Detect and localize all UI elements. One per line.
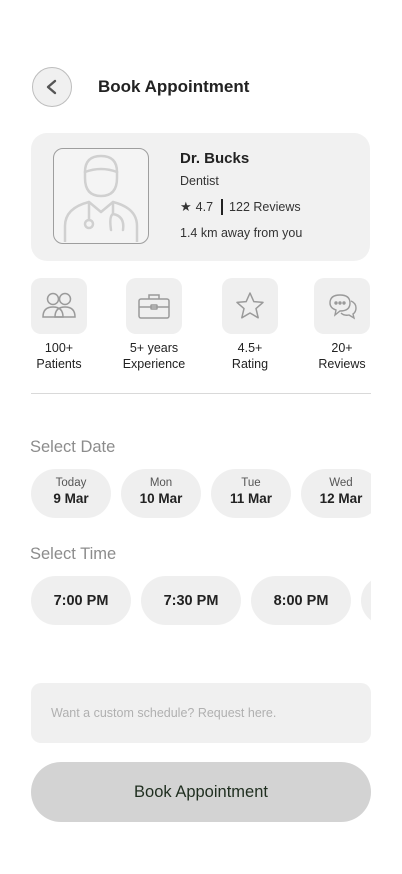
time-chip[interactable] <box>361 576 371 625</box>
custom-schedule-input[interactable] <box>31 683 371 743</box>
date-value: 10 Mar <box>139 491 183 506</box>
chevron-left-icon <box>46 79 57 95</box>
stat-experience: 5+ years Experience <box>109 278 199 372</box>
date-picker[interactable]: Today 9 Mar Mon 10 Mar Tue 11 Mar Wed 12… <box>31 469 371 519</box>
stat-icon-box <box>126 278 182 334</box>
date-day: Mon <box>149 477 173 489</box>
header: Book Appointment <box>32 67 370 107</box>
back-button[interactable] <box>32 67 72 107</box>
star-outline-icon <box>236 292 264 319</box>
stat-icon-box <box>314 278 370 334</box>
stat-value: 100+ <box>44 341 74 355</box>
doctor-name: Dr. Bucks <box>180 150 250 167</box>
date-chip[interactable]: Today 9 Mar <box>31 469 111 518</box>
date-chip[interactable]: Tue 11 Mar <box>211 469 291 518</box>
doctor-photo <box>53 148 149 244</box>
date-day: Tue <box>241 477 261 489</box>
stat-rating: 4.5+ Rating <box>205 278 295 372</box>
review-count: 122 Reviews <box>229 200 301 214</box>
stat-caption: Patients <box>36 357 82 371</box>
time-picker[interactable]: 7:00 PM 7:30 PM 8:00 PM <box>31 576 371 626</box>
date-value: 12 Mar <box>319 491 363 506</box>
stat-value: 4.5+ <box>237 341 263 355</box>
star-filled-icon: ★ <box>180 199 192 214</box>
stat-caption: Reviews <box>318 357 366 371</box>
book-appointment-button[interactable]: Book Appointment <box>31 762 371 822</box>
time-chip[interactable]: 8:00 PM <box>251 576 351 625</box>
stat-icon-box <box>222 278 278 334</box>
briefcase-icon <box>138 294 170 319</box>
chat-bubble-icon <box>329 294 357 320</box>
patients-icon <box>42 292 76 318</box>
doctor-placeholder-icon <box>63 154 139 242</box>
time-chip[interactable]: 7:30 PM <box>141 576 241 625</box>
rating-value: 4.7 <box>195 200 214 214</box>
date-value: 9 Mar <box>53 491 89 506</box>
doctor-distance: 1.4 km away from you <box>180 226 303 240</box>
doctor-stats: 100+ Patients 5+ years Experience 4.5+ R… <box>0 278 402 378</box>
select-date-label: Select Date <box>30 438 116 456</box>
page-title: Book Appointment <box>98 77 250 96</box>
stat-caption: Experience <box>122 357 186 371</box>
date-value: 11 Mar <box>229 491 273 506</box>
rating-separator <box>221 199 224 215</box>
date-chip[interactable]: Wed 12 Mar <box>301 469 371 518</box>
stat-value: 5+ years <box>129 341 179 355</box>
stat-reviews: 20+ Reviews <box>297 278 387 372</box>
select-time-label: Select Time <box>30 545 117 563</box>
stat-patients: 100+ Patients <box>14 278 104 372</box>
doctor-info: Dr. Bucks Dentist ★ 4.7 122 Reviews 1.4 … <box>180 150 302 240</box>
stat-icon-box <box>31 278 87 334</box>
doctor-rating: ★ 4.7 122 Reviews <box>180 199 302 215</box>
date-chip[interactable]: Mon 10 Mar <box>121 469 201 518</box>
time-chip[interactable]: 7:00 PM <box>31 576 131 625</box>
divider <box>31 393 371 394</box>
doctor-specialty: Dentist <box>180 174 219 188</box>
doctor-card[interactable]: Dr. Bucks Dentist ★ 4.7 122 Reviews 1.4 … <box>31 133 370 261</box>
stat-value: 20+ <box>331 341 353 355</box>
date-day: Wed <box>329 477 353 489</box>
stat-caption: Rating <box>231 357 269 371</box>
date-day: Today <box>55 477 87 489</box>
